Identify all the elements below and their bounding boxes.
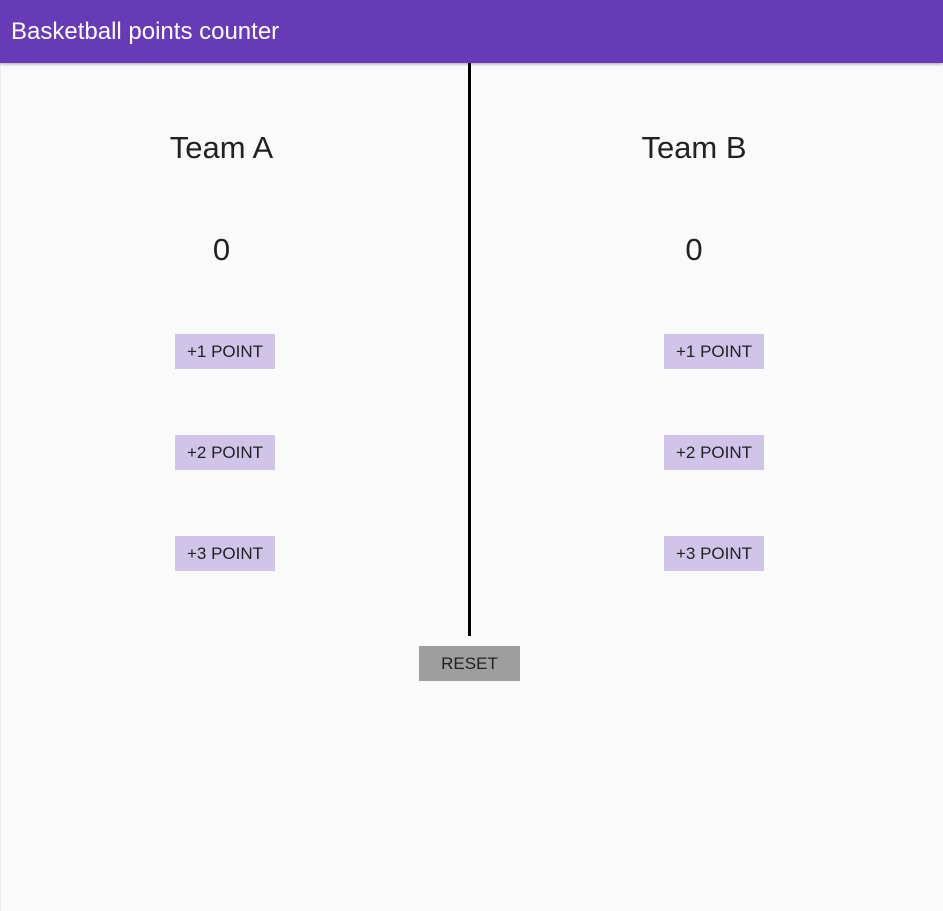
team-b-plus-1-button[interactable]: +1 POINT xyxy=(664,334,764,369)
team-a-plus-3-button[interactable]: +3 POINT xyxy=(175,536,275,571)
team-b-score: 0 xyxy=(685,232,703,267)
team-b-panel: Team B 0 +1 POINT +2 POINT +3 POINT xyxy=(471,63,943,643)
team-a-panel: Team A 0 +1 POINT +2 POINT +3 POINT xyxy=(0,63,469,643)
team-b-name: Team B xyxy=(641,130,747,165)
team-a-name: Team A xyxy=(169,130,274,165)
team-b-plus-3-button[interactable]: +3 POINT xyxy=(664,536,764,571)
team-a-score: 0 xyxy=(212,232,231,267)
team-a-plus-1-button[interactable]: +1 POINT xyxy=(175,334,275,369)
team-b-plus-2-button[interactable]: +2 POINT xyxy=(664,435,764,470)
reset-button[interactable]: RESET xyxy=(419,646,520,681)
app-title: Basketball points counter xyxy=(11,17,280,45)
team-a-plus-2-button[interactable]: +2 POINT xyxy=(175,435,275,470)
app-bar: Basketball points counter xyxy=(0,0,943,63)
